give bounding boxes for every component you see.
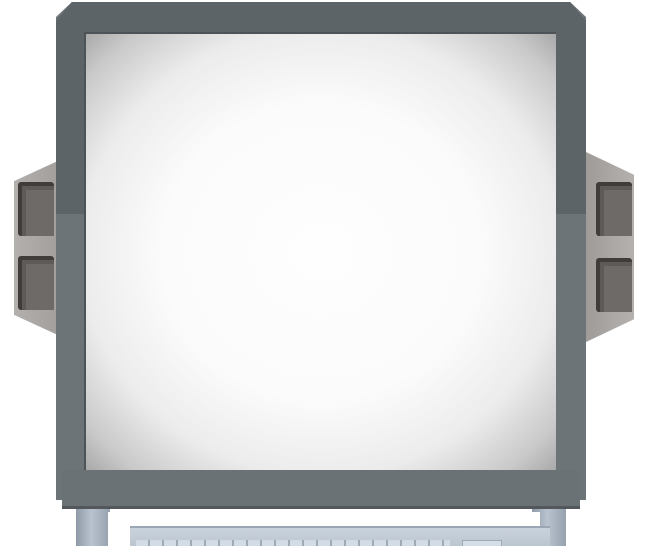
left-bottom-button[interactable] bbox=[18, 256, 54, 310]
monitor-scene bbox=[0, 0, 647, 546]
right-speaker-housing bbox=[586, 152, 634, 342]
keyboard-keys[interactable] bbox=[136, 540, 450, 546]
monitor-screen[interactable] bbox=[84, 32, 556, 470]
monitor-bottom-lip bbox=[62, 470, 580, 509]
keyboard-key-pad[interactable] bbox=[462, 540, 502, 546]
right-top-button[interactable] bbox=[596, 182, 632, 236]
left-top-button[interactable] bbox=[18, 182, 54, 236]
right-bottom-button[interactable] bbox=[596, 258, 632, 312]
